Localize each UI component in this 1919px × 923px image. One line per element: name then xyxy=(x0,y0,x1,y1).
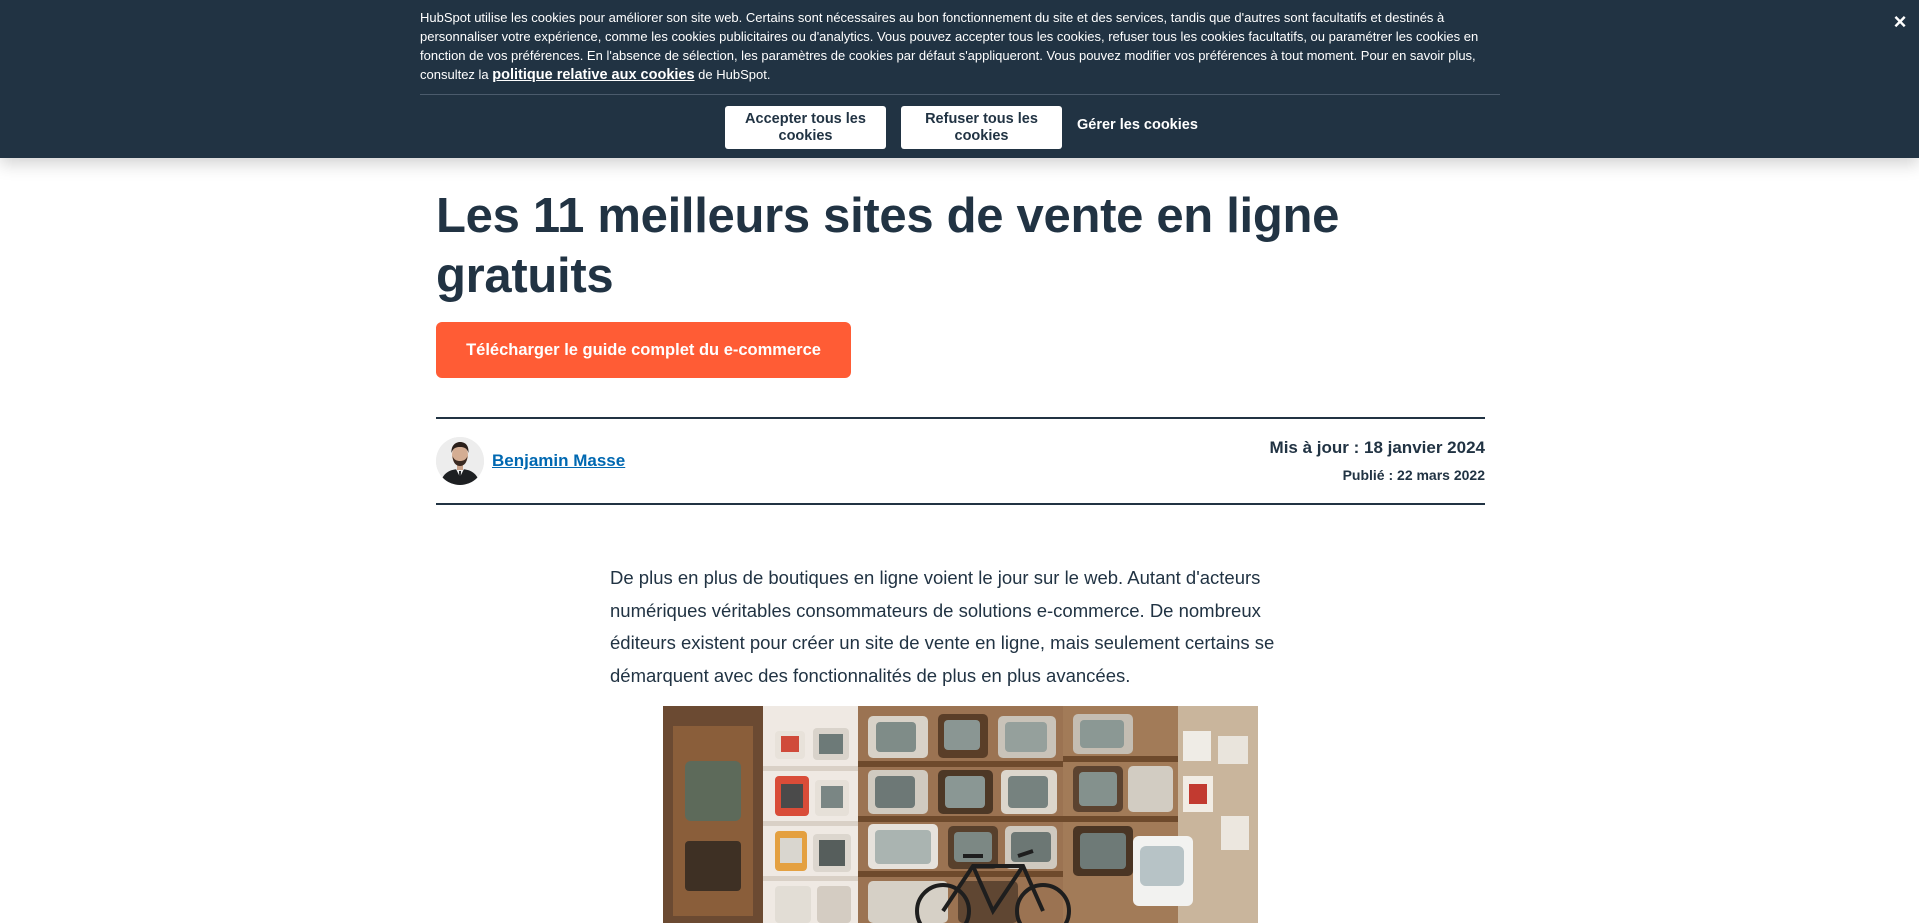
close-icon[interactable]: × xyxy=(1888,9,1912,35)
accept-cookies-button[interactable]: Accepter tous les cookies xyxy=(725,106,886,149)
download-guide-button[interactable]: Télécharger le guide complet du e-commer… xyxy=(436,322,851,378)
hero-image xyxy=(663,706,1258,923)
page: HubSpot utilise les cookies pour amélior… xyxy=(0,0,1919,923)
manage-cookies-button[interactable]: Gérer les cookies xyxy=(1077,117,1198,139)
cookie-text-suffix: de HubSpot. xyxy=(698,67,771,82)
published-date: Publié : 22 mars 2022 xyxy=(1342,467,1485,483)
author-link[interactable]: Benjamin Masse xyxy=(492,451,625,471)
cookie-policy-link[interactable]: politique relative aux cookies xyxy=(492,67,694,83)
updated-date: Mis à jour : 18 janvier 2024 xyxy=(1269,438,1485,457)
author-portrait-icon xyxy=(436,437,484,485)
meta-divider-top xyxy=(436,417,1485,419)
cookie-banner-text: HubSpot utilise les cookies pour amélior… xyxy=(420,8,1500,85)
meta-divider-bottom xyxy=(436,503,1485,505)
cookie-banner: HubSpot utilise les cookies pour amélior… xyxy=(0,0,1919,158)
page-title: Les 11 meilleurs sites de vente en ligne… xyxy=(436,189,1340,303)
intro-paragraph: De plus en plus de boutiques en ligne vo… xyxy=(610,567,1275,686)
cookie-divider xyxy=(420,94,1500,95)
retro-tv-wall-image xyxy=(663,706,1258,923)
refuse-cookies-button[interactable]: Refuser tous les cookies xyxy=(901,106,1062,149)
avatar[interactable] xyxy=(436,437,484,485)
